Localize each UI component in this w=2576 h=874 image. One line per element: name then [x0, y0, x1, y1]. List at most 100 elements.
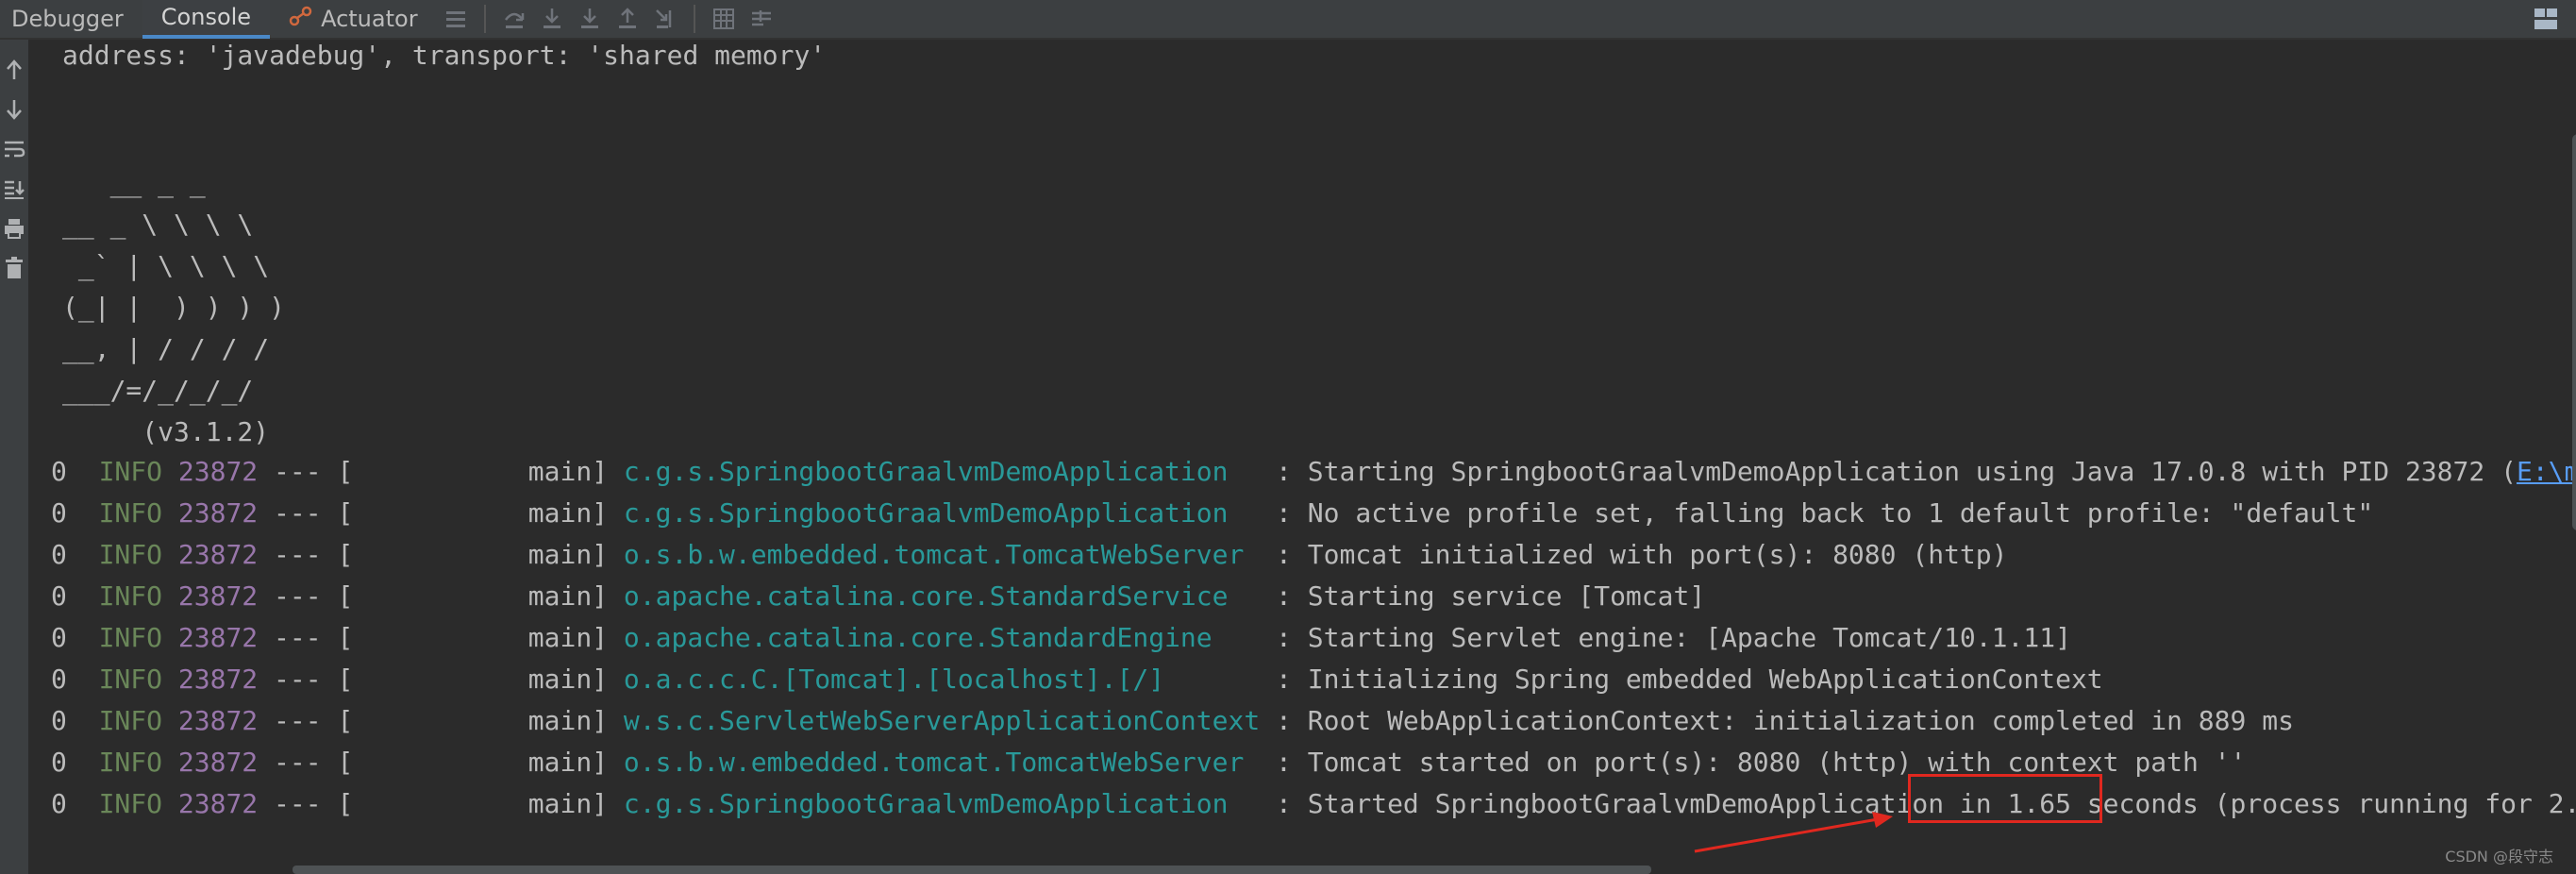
up-arrow-icon[interactable] — [0, 51, 28, 89]
trace-icon[interactable] — [743, 0, 780, 38]
log-thread: main — [527, 456, 593, 487]
log-thread: main — [527, 497, 593, 529]
tab-console[interactable]: Console — [142, 0, 271, 39]
log-logger: o.apache.catalina.core.StandardEngine — [623, 622, 1261, 653]
log-message: Starting service [Tomcat] — [1307, 580, 1706, 612]
log-gutter: 0 — [51, 580, 99, 612]
log-thread: main — [527, 622, 593, 653]
log-message: No active profile set, falling back to 1… — [1307, 497, 2374, 529]
log-level: INFO — [98, 456, 163, 487]
log-line: 0 INFO 23872 --- [ main] w.s.c.ServletWe… — [51, 705, 2294, 736]
log-level: INFO — [98, 580, 163, 612]
log-path-link[interactable]: E:\mine\IDE\ — [2517, 456, 2576, 487]
log-level: INFO — [98, 539, 163, 570]
log-line: 0 INFO 23872 --- [ main] o.apache.catali… — [51, 580, 1706, 612]
log-gutter: 0 — [51, 664, 99, 695]
log-gutter: 0 — [51, 747, 99, 778]
run-to-cursor-icon[interactable] — [646, 0, 684, 38]
log-thread: main — [527, 580, 593, 612]
log-pid: 23872 — [177, 747, 259, 778]
log-pid: 23872 — [177, 539, 259, 570]
banner-line: __ _ _ — [62, 167, 206, 198]
log-gutter: 0 — [51, 705, 99, 736]
tab-actuator-label: Actuator — [321, 6, 418, 32]
log-line: 0 INFO 23872 --- [ main] c.g.s.Springboo… — [51, 783, 2576, 825]
banner-line: __, | / / / / — [62, 333, 270, 364]
watermark: CSDN @段守志 — [2445, 848, 2553, 866]
log-level: INFO — [98, 664, 163, 695]
log-thread: main — [527, 705, 593, 736]
banner-line: ___/=/_/_/_/ — [62, 375, 254, 406]
highlight-box — [1908, 774, 2102, 823]
log-level: INFO — [98, 747, 163, 778]
log-gutter: 0 — [51, 497, 99, 529]
print-icon[interactable] — [0, 210, 28, 247]
restore-layout-icon[interactable] — [437, 0, 475, 38]
banner-line: _` | \ \ \ \ — [62, 250, 270, 281]
tab-console-label: Console — [160, 4, 252, 30]
log-level: INFO — [98, 497, 163, 529]
log-gutter: 0 — [51, 622, 99, 653]
actuator-icon — [289, 4, 313, 35]
log-thread: main — [527, 539, 593, 570]
log-message: Starting SpringbootGraalvmDemoApplicatio… — [1307, 456, 2517, 487]
log-pid: 23872 — [177, 622, 259, 653]
log-logger: w.s.c.ServletWebServerApplicationContext — [623, 705, 1261, 736]
log-logger: c.g.s.SpringbootGraalvmDemoApplication — [623, 497, 1261, 529]
log-pid: 23872 — [177, 456, 259, 487]
log-pid: 23872 — [177, 705, 259, 736]
log-thread: main — [527, 664, 593, 695]
step-out-icon[interactable] — [609, 0, 646, 38]
banner-line: __ _ \ \ \ \ — [62, 209, 254, 240]
log-pid: 23872 — [177, 580, 259, 612]
log-logger: c.g.s.SpringbootGraalvmDemoApplication — [623, 456, 1261, 487]
log-gutter: 0 — [51, 788, 99, 819]
banner-line: (_| | ) ) ) ) — [62, 292, 286, 323]
log-message: Root WebApplicationContext: initializati… — [1307, 705, 2294, 736]
log-pid: 23872 — [177, 664, 259, 695]
log-logger: o.a.c.c.C.[Tomcat].[localhost].[/] — [623, 664, 1261, 695]
evaluate-expression-icon[interactable] — [705, 0, 743, 38]
log-level: INFO — [98, 788, 163, 819]
log-pid: 23872 — [177, 497, 259, 529]
scroll-to-end-icon[interactable] — [0, 170, 28, 208]
log-thread: main — [527, 747, 593, 778]
log-level: INFO — [98, 622, 163, 653]
clear-all-icon[interactable] — [0, 249, 28, 287]
log-line: 0 INFO 23872 --- [ main] o.a.c.c.C.[Tomc… — [51, 664, 2103, 695]
log-message: Tomcat started on port(s): 8080 (http) w… — [1307, 747, 2247, 778]
log-message: Tomcat initialized with port(s): 8080 (h… — [1307, 539, 2008, 570]
log-message: Initializing Spring embedded WebApplicat… — [1307, 664, 2103, 695]
log-logger: o.s.b.w.embedded.tomcat.TomcatWebServer — [623, 539, 1261, 570]
console-sidebar — [0, 40, 28, 874]
log-line: 0 INFO 23872 --- [ main] o.s.b.w.embedde… — [51, 539, 2008, 570]
horizontal-scrollbar[interactable] — [293, 866, 1651, 874]
tab-debugger-label: Debugger — [11, 6, 124, 32]
console-output[interactable]: address: 'javadebug', transport: 'shared… — [28, 40, 2576, 874]
banner-version-line: (v3.1.2) — [62, 416, 270, 447]
log-pid: 23872 — [177, 788, 259, 819]
log-logger: o.s.b.w.embedded.tomcat.TomcatWebServer — [623, 747, 1261, 778]
connection-line: address: 'javadebug', transport: 'shared… — [62, 40, 827, 71]
log-logger: c.g.s.SpringbootGraalvmDemoApplication — [623, 788, 1261, 819]
log-logger: o.apache.catalina.core.StandardService — [623, 580, 1261, 612]
tool-window-tabbar: Debugger Console Actuator — [0, 0, 2576, 40]
log-line: 0 INFO 23872 --- [ main] o.apache.catali… — [51, 622, 2071, 653]
force-step-into-icon[interactable] — [571, 0, 609, 38]
toolbar-separator — [483, 5, 486, 33]
log-gutter: 0 — [51, 539, 99, 570]
log-gutter: 0 — [51, 456, 99, 487]
log-thread: main — [527, 788, 593, 819]
step-into-icon[interactable] — [533, 0, 571, 38]
down-arrow-icon[interactable] — [0, 91, 28, 128]
log-level: INFO — [98, 705, 163, 736]
layout-settings-icon[interactable] — [2529, 2, 2563, 36]
tab-debugger[interactable]: Debugger — [0, 0, 142, 39]
toolbar-separator — [693, 5, 695, 33]
log-line: 0 INFO 23872 --- [ main] c.g.s.Springboo… — [51, 451, 2576, 493]
vertical-scrollbar[interactable] — [2572, 134, 2576, 530]
step-over-icon[interactable] — [495, 0, 533, 38]
soft-wrap-icon[interactable] — [0, 130, 28, 168]
tab-actuator[interactable]: Actuator — [270, 0, 436, 39]
log-line: 0 INFO 23872 --- [ main] c.g.s.Springboo… — [51, 497, 2374, 529]
